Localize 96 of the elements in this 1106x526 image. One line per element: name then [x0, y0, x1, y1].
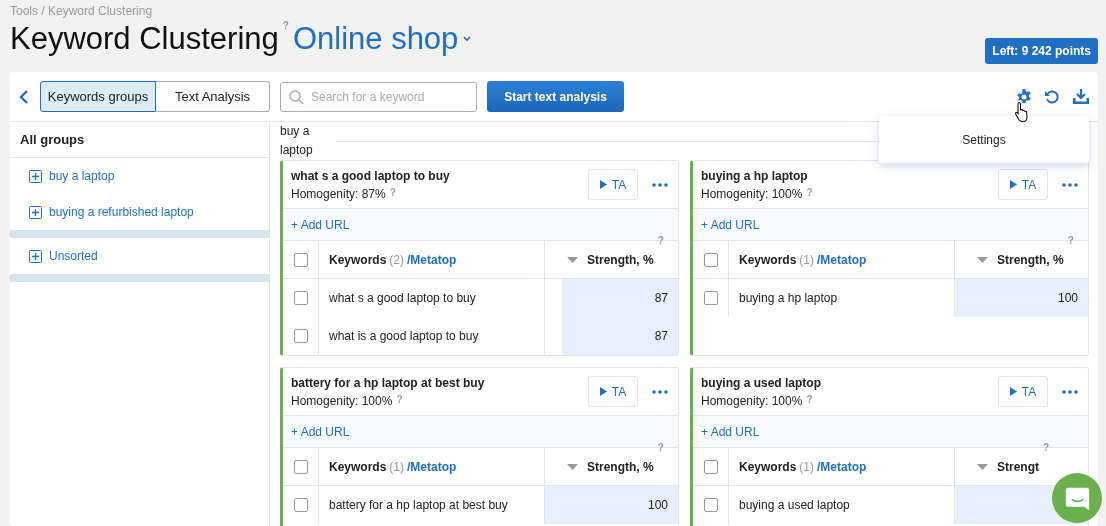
chat-icon: [1064, 485, 1090, 511]
column-header: Keywords: [739, 251, 797, 269]
strength-value: 100: [647, 497, 668, 514]
column-header[interactable]: Strength, %: [587, 457, 654, 476]
strength-value: 100: [1057, 290, 1078, 307]
help-mark[interactable]: ?: [657, 233, 664, 248]
page-title: Keyword Clustering: [10, 20, 279, 58]
strength-value: 87: [654, 328, 668, 345]
project-selector[interactable]: Online shop: [292, 18, 473, 60]
ta-button[interactable]: TA: [588, 169, 638, 200]
metatop-link[interactable]: /Metatop: [817, 457, 867, 476]
pointer-cursor-icon: [1014, 101, 1030, 123]
strength-value: 87: [654, 290, 668, 307]
group-heading: buy a laptop: [280, 123, 314, 159]
cluster-title: buying a hp laptop: [701, 167, 809, 185]
checkbox[interactable]: [293, 498, 308, 512]
keyword-text: what is a good laptop to buy: [329, 328, 479, 345]
sort-icon[interactable]: [977, 463, 988, 470]
more-icon[interactable]: [652, 389, 668, 394]
cluster-title: buying a used laptop: [701, 374, 821, 392]
ta-button[interactable]: TA: [998, 376, 1048, 407]
checkbox[interactable]: [293, 329, 308, 343]
checkbox[interactable]: [293, 252, 308, 267]
help-mark[interactable]: ?: [806, 184, 813, 200]
help-mark[interactable]: ?: [282, 18, 289, 33]
help-mark[interactable]: ?: [806, 391, 813, 407]
keyword-count: (2): [389, 251, 405, 269]
points-badge: Left: 9 242 points: [985, 38, 1098, 64]
download-icon[interactable]: [1072, 88, 1090, 105]
play-icon: [599, 180, 607, 189]
checkbox[interactable]: [293, 459, 308, 474]
start-analysis-button[interactable]: Start text analysis: [487, 81, 624, 112]
cluster-title: what s a good laptop to buy: [291, 167, 450, 185]
refresh-icon[interactable]: [1044, 88, 1060, 105]
keyword-text: what s a good laptop to buy: [329, 290, 476, 307]
play-icon: [599, 387, 607, 396]
sort-icon[interactable]: [567, 463, 578, 470]
checkbox[interactable]: [703, 459, 718, 474]
back-icon[interactable]: [18, 88, 30, 105]
column-header: Keywords: [329, 458, 387, 476]
homogeneity-label: Homogenity: 87%: [291, 185, 386, 203]
add-url-link[interactable]: + Add URL: [701, 422, 760, 441]
play-icon: [1009, 180, 1017, 189]
keyword-count: (1): [389, 458, 405, 476]
expand-icon[interactable]: [29, 169, 42, 183]
column-header[interactable]: Strength, %: [587, 250, 654, 269]
cluster-title: battery for a hp laptop at best buy: [291, 374, 485, 392]
column-header[interactable]: Strength, %: [997, 250, 1064, 269]
help-mark[interactable]: ?: [389, 184, 396, 200]
homogeneity-label: Homogenity: 100%: [701, 185, 803, 203]
keyword-text: battery for a hp laptop at best buy: [329, 497, 508, 514]
search-icon: [289, 89, 304, 105]
checkbox[interactable]: [703, 291, 718, 305]
more-icon[interactable]: [1062, 182, 1078, 187]
keyword-count: (1): [799, 251, 815, 269]
keyword-count: (1): [799, 458, 815, 476]
help-mark[interactable]: ?: [1043, 440, 1050, 455]
settings-icon[interactable]: [1016, 88, 1032, 105]
play-icon: [1009, 387, 1017, 396]
metatop-link[interactable]: /Metatop: [817, 250, 867, 269]
menu-item[interactable]: Settings: [879, 116, 1089, 163]
breadcrumb[interactable]: Tools / Keyword Clustering: [0, 0, 1106, 18]
sidebar-item[interactable]: buy a laptop: [49, 167, 115, 185]
checkbox[interactable]: [293, 291, 308, 305]
homogeneity-label: Homogenity: 100%: [701, 392, 803, 410]
chevron-down-icon[interactable]: [462, 35, 473, 43]
add-url-link[interactable]: + Add URL: [291, 422, 350, 441]
more-icon[interactable]: [652, 182, 668, 187]
sort-icon[interactable]: [567, 256, 578, 263]
sort-icon[interactable]: [977, 256, 988, 263]
sidebar-item[interactable]: Unsorted: [49, 247, 98, 265]
search-field[interactable]: Search for a keyword: [280, 81, 477, 112]
ta-button[interactable]: TA: [998, 169, 1048, 200]
help-mark[interactable]: ?: [396, 391, 403, 407]
keyword-text: buying a hp laptop: [739, 290, 838, 307]
homogeneity-label: Homogenity: 100%: [291, 392, 393, 410]
column-header[interactable]: Strengt: [997, 457, 1039, 476]
sidebar-header[interactable]: All groups: [10, 122, 269, 158]
keyword-text: buying a used laptop: [739, 497, 850, 514]
column-header: Keywords: [329, 251, 387, 269]
ta-button[interactable]: TA: [588, 376, 638, 407]
add-url-link[interactable]: + Add URL: [291, 215, 350, 234]
metatop-link[interactable]: /Metatop: [407, 250, 457, 269]
sidebar-item[interactable]: buying a refurbished laptop: [49, 203, 194, 221]
expand-icon[interactable]: [29, 249, 42, 263]
help-mark[interactable]: ?: [657, 440, 664, 455]
help-mark[interactable]: ?: [1067, 233, 1074, 248]
more-icon[interactable]: [1062, 389, 1078, 394]
column-header: Keywords: [739, 458, 797, 476]
tab[interactable]: Keywords groups: [40, 81, 156, 112]
checkbox[interactable]: [703, 498, 718, 512]
add-url-link[interactable]: + Add URL: [701, 215, 760, 234]
checkbox[interactable]: [703, 252, 718, 267]
metatop-link[interactable]: /Metatop: [407, 457, 457, 476]
expand-icon[interactable]: [29, 205, 42, 219]
tab[interactable]: Text Analysis: [156, 81, 270, 112]
